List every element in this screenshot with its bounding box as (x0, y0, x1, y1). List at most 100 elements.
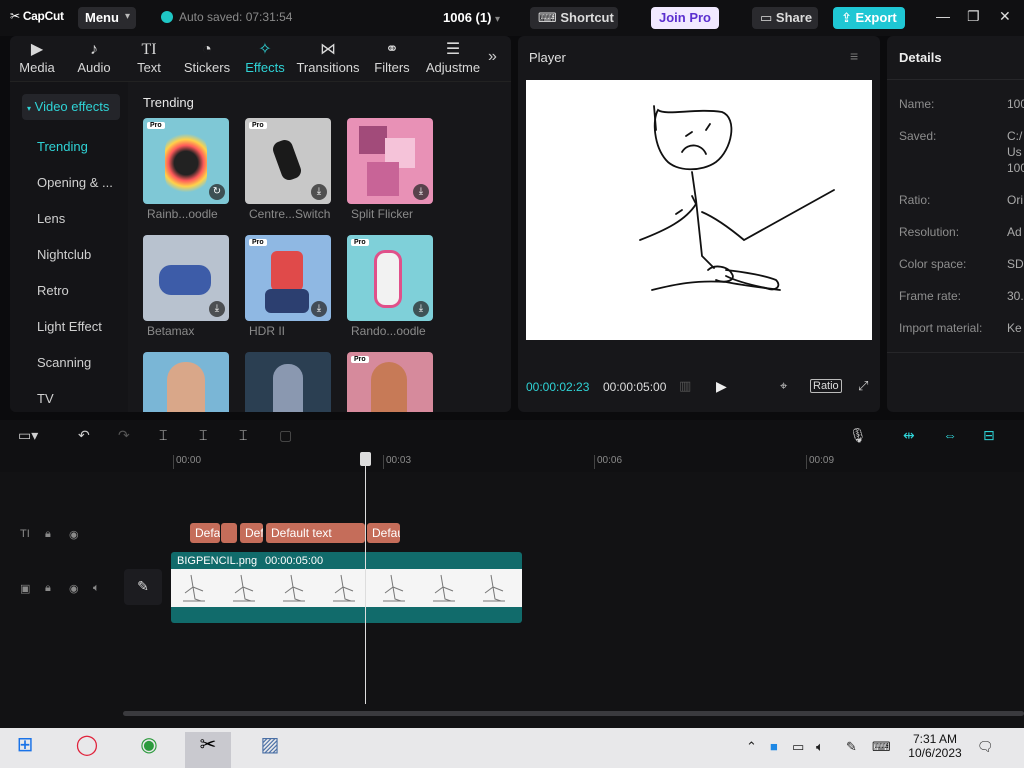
project-name[interactable]: 1006 (1) ▾ (443, 10, 500, 25)
effect-thumb[interactable]: Pro ⤓ (347, 235, 433, 321)
undo-icon[interactable]: ↶ (78, 427, 90, 444)
menu-button[interactable]: Menu ▾ (78, 7, 136, 29)
timeline-scrollbar[interactable] (123, 711, 1024, 716)
maximize-icon[interactable]: ❐ (967, 8, 980, 25)
app-tray-icon[interactable]: ■ (770, 739, 778, 754)
notifications-icon[interactable]: 🗨︎ (977, 739, 994, 755)
redo-icon[interactable]: ↷ (118, 427, 130, 444)
volume-muted-icon[interactable]: 🔈︎ (816, 739, 824, 755)
ratio-button[interactable]: Ratio (810, 379, 842, 393)
minimize-icon[interactable]: — (936, 8, 950, 24)
effect-thumb[interactable]: Pro (347, 352, 433, 412)
shortcut-button[interactable]: ⌨ Shortcut (530, 7, 618, 29)
playhead-handle[interactable] (360, 452, 371, 466)
tab-effects[interactable]: ✧ Effects (242, 40, 288, 75)
eye-icon[interactable]: ◉ (69, 582, 79, 595)
download-icon[interactable]: ⤓ (413, 184, 429, 200)
category-lens[interactable]: Lens (37, 211, 65, 226)
effects-grid: Trending Pro ↻ Rainb...oodle Pro ⤓ Centr… (128, 82, 511, 412)
share-button[interactable]: ▭ Share (752, 7, 818, 29)
tab-media[interactable]: ▶ Media (16, 40, 58, 75)
current-timecode: 00:00:02:23 (526, 380, 590, 394)
download-icon[interactable]: ⤓ (413, 301, 429, 317)
network-icon[interactable]: ▭ (792, 739, 804, 755)
speaker-icon[interactable]: 🔈︎ (93, 582, 100, 595)
effect-thumb[interactable]: Pro ↻ (143, 118, 229, 204)
preview-axis-icon[interactable]: ⊟ (983, 427, 995, 444)
category-trending[interactable]: Trending (37, 139, 88, 154)
thumb-figure (265, 289, 309, 313)
trim-right-icon[interactable]: ⌶ (239, 427, 247, 444)
download-icon[interactable]: ⤓ (311, 184, 327, 200)
export-button[interactable]: ⇪ Export (833, 7, 905, 29)
keyboard-icon[interactable]: ⌨ (872, 739, 891, 755)
tab-transitions[interactable]: ⋈ Transitions (296, 40, 360, 75)
paint-icon[interactable]: ▨ (247, 732, 293, 768)
edit-cover-button[interactable]: ✎ (124, 569, 162, 605)
effect-thumb[interactable] (143, 352, 229, 412)
text-clip[interactable]: Defa (190, 523, 220, 543)
adjustment-icon: ☰ (445, 41, 461, 58)
detail-value: Ad (1007, 225, 1022, 239)
thumb-figure (270, 137, 304, 183)
more-tabs-icon[interactable]: » (488, 48, 497, 66)
playhead[interactable] (365, 452, 366, 704)
category-retro[interactable]: Retro (37, 283, 69, 298)
category-opening[interactable]: Opening & ... (37, 175, 113, 190)
category-nightclub[interactable]: Nightclub (37, 247, 91, 262)
microphone-icon[interactable]: 🎙 (849, 427, 867, 444)
fullscreen-icon[interactable]: ⤢ (858, 378, 868, 394)
effect-thumb[interactable]: ⤓ (143, 235, 229, 321)
tab-audio[interactable]: ♪ Audio (73, 40, 115, 75)
join-pro-button[interactable]: Join Pro (651, 7, 719, 29)
text-clip[interactable]: Defau (367, 523, 400, 543)
trim-left-icon[interactable]: ⌶ (199, 427, 207, 444)
effect-label: Split Flicker (351, 207, 414, 221)
pen-icon[interactable]: ✎ (846, 739, 857, 755)
split-icon[interactable]: ⌶ (159, 427, 167, 444)
category-tv[interactable]: TV (37, 391, 54, 406)
delete-icon[interactable]: ▢ (279, 427, 292, 444)
video-clip[interactable]: BIGPENCIL.png 00:00:05:00 (171, 552, 522, 623)
capcut-taskbar-icon[interactable]: ✂ (185, 732, 231, 768)
close-icon[interactable]: ✕ (999, 8, 1011, 25)
menu-icon[interactable]: ≡ (850, 48, 858, 64)
waveform-icon[interactable]: ▥ (679, 378, 691, 394)
linkage-icon[interactable]: ⇔ (943, 427, 957, 443)
tab-stickers[interactable]: ◔ Stickers (182, 40, 232, 75)
taskbar-clock[interactable]: 7:31 AM 10/6/2023 (906, 732, 964, 760)
layout-icon[interactable]: ▭▾ (18, 427, 38, 444)
play-button[interactable]: ▶ (716, 378, 727, 395)
preview-canvas[interactable] (526, 80, 872, 340)
divider (887, 352, 1024, 353)
tab-adjustment[interactable]: ☰ Adjustme (423, 40, 483, 75)
effects-icon: ✧ (258, 41, 272, 58)
timeline-ruler[interactable]: 00:00 00:03 00:06 00:09 (0, 450, 1024, 472)
windows-start-icon[interactable]: ⊞ (2, 732, 48, 768)
chrome-icon[interactable]: ◉ (126, 732, 172, 768)
text-clip[interactable]: Default text (266, 523, 365, 543)
chevron-up-icon[interactable]: ⌃ (746, 739, 757, 755)
tab-text[interactable]: TI Text (132, 40, 166, 75)
lock-icon[interactable]: 🔒︎ (45, 582, 51, 595)
category-light-effect[interactable]: Light Effect (37, 319, 102, 334)
magnet-icon[interactable]: ⇹ (903, 427, 915, 444)
video-effects-header[interactable]: ▾ Video effects (22, 94, 120, 120)
text-clip[interactable]: Def (240, 523, 263, 543)
logo-icon: ✂ (10, 9, 20, 23)
effect-thumb[interactable]: Pro ⤓ (245, 235, 331, 321)
zoom-fit-icon[interactable]: ⌖ (780, 378, 787, 394)
opera-icon[interactable]: ◯ (64, 732, 110, 768)
effect-thumb[interactable]: Pro ⤓ (245, 118, 331, 204)
loading-icon[interactable]: ↻ (209, 184, 225, 200)
download-icon[interactable]: ⤓ (209, 301, 225, 317)
tab-filters[interactable]: ⚭ Filters (372, 40, 412, 75)
eye-icon[interactable]: ◉ (69, 528, 79, 541)
category-scanning[interactable]: Scanning (37, 355, 91, 370)
lock-icon[interactable]: 🔒︎ (45, 528, 51, 541)
ruler-label: 00:06 (594, 455, 622, 469)
effect-thumb[interactable] (245, 352, 331, 412)
download-icon[interactable]: ⤓ (311, 301, 327, 317)
effect-thumb[interactable]: ⤓ (347, 118, 433, 204)
text-clip[interactable] (221, 523, 237, 543)
